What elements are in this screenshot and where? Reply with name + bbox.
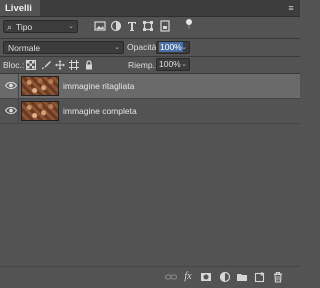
layer-row-immagine-ritagliata[interactable]: immagine ritagliata xyxy=(0,74,300,99)
chevron-down-icon[interactable]: ⌄ xyxy=(181,42,187,53)
layer-kind-label: Tipo xyxy=(16,22,33,32)
lock-artboard-icon[interactable] xyxy=(69,60,79,70)
chevron-down-icon[interactable]: ⌄ xyxy=(181,59,187,70)
opacity-label: Opacità: xyxy=(127,42,159,52)
layer-thumbnail[interactable] xyxy=(21,76,59,96)
chevron-down-icon: ⌄ xyxy=(68,23,74,30)
layer-row-immagine-completa[interactable]: immagine completa xyxy=(0,99,300,124)
panel-tab-bar: Livelli ≡ xyxy=(0,0,300,17)
fill-label: Riemp.: xyxy=(128,60,158,70)
trash-icon[interactable] xyxy=(272,271,284,283)
adjustment-layer-filter-icon[interactable] xyxy=(110,20,122,32)
fill-value: 100% xyxy=(159,59,181,69)
blend-row: Normale ⌄ Opacità: 100% ⌄ xyxy=(0,39,300,56)
panel-menu-icon[interactable]: ≡ xyxy=(285,2,297,14)
layers-panel: Livelli ≡ ⌕ Tipo ⌄ Normale ⌄ Opacità: 10… xyxy=(0,0,300,288)
chevron-down-icon: ⌄ xyxy=(114,44,120,51)
lock-label: Bloc.: xyxy=(3,60,25,70)
fill-input[interactable]: 100% ⌄ xyxy=(156,58,190,71)
blend-mode-select[interactable]: Normale ⌄ xyxy=(3,41,124,54)
layer-kind-filter[interactable]: ⌕ Tipo ⌄ xyxy=(3,20,78,33)
group-folder-icon[interactable] xyxy=(236,271,248,283)
type-layer-filter-icon[interactable] xyxy=(126,20,138,32)
layer-name[interactable]: immagine completa xyxy=(63,99,137,123)
new-layer-icon[interactable] xyxy=(254,271,266,283)
lock-position-move-icon[interactable] xyxy=(55,60,65,70)
layer-thumbnail[interactable] xyxy=(21,101,59,121)
layer-name[interactable]: immagine ritagliata xyxy=(63,74,134,98)
panel-footer: fx xyxy=(0,266,300,288)
search-icon: ⌕ xyxy=(7,22,13,32)
divider xyxy=(18,74,19,98)
divider xyxy=(18,99,19,123)
smart-object-filter-icon[interactable] xyxy=(159,20,171,32)
visibility-eye-icon[interactable] xyxy=(5,81,17,90)
visibility-eye-icon[interactable] xyxy=(5,106,17,115)
adjustment-icon[interactable] xyxy=(219,271,231,283)
lock-pixels-brush-icon[interactable] xyxy=(41,60,51,70)
filter-toggle-icon[interactable] xyxy=(183,18,195,30)
lock-transparency-icon[interactable] xyxy=(26,60,36,70)
lock-row: Bloc.: Riemp.: 100% ⌄ xyxy=(0,57,300,73)
opacity-value: 100% xyxy=(159,42,183,52)
shape-layer-filter-icon[interactable] xyxy=(142,20,154,32)
filter-row: ⌕ Tipo ⌄ xyxy=(0,17,300,39)
lock-all-icon[interactable] xyxy=(84,60,94,70)
image-layer-filter-icon[interactable] xyxy=(94,20,106,32)
opacity-input[interactable]: 100% ⌄ xyxy=(156,41,190,54)
link-layers-icon[interactable] xyxy=(165,271,177,283)
blend-mode-value: Normale xyxy=(8,43,41,53)
fx-icon[interactable]: fx xyxy=(182,271,194,283)
mask-icon[interactable] xyxy=(200,271,212,283)
tab-livelli[interactable]: Livelli xyxy=(0,0,40,16)
